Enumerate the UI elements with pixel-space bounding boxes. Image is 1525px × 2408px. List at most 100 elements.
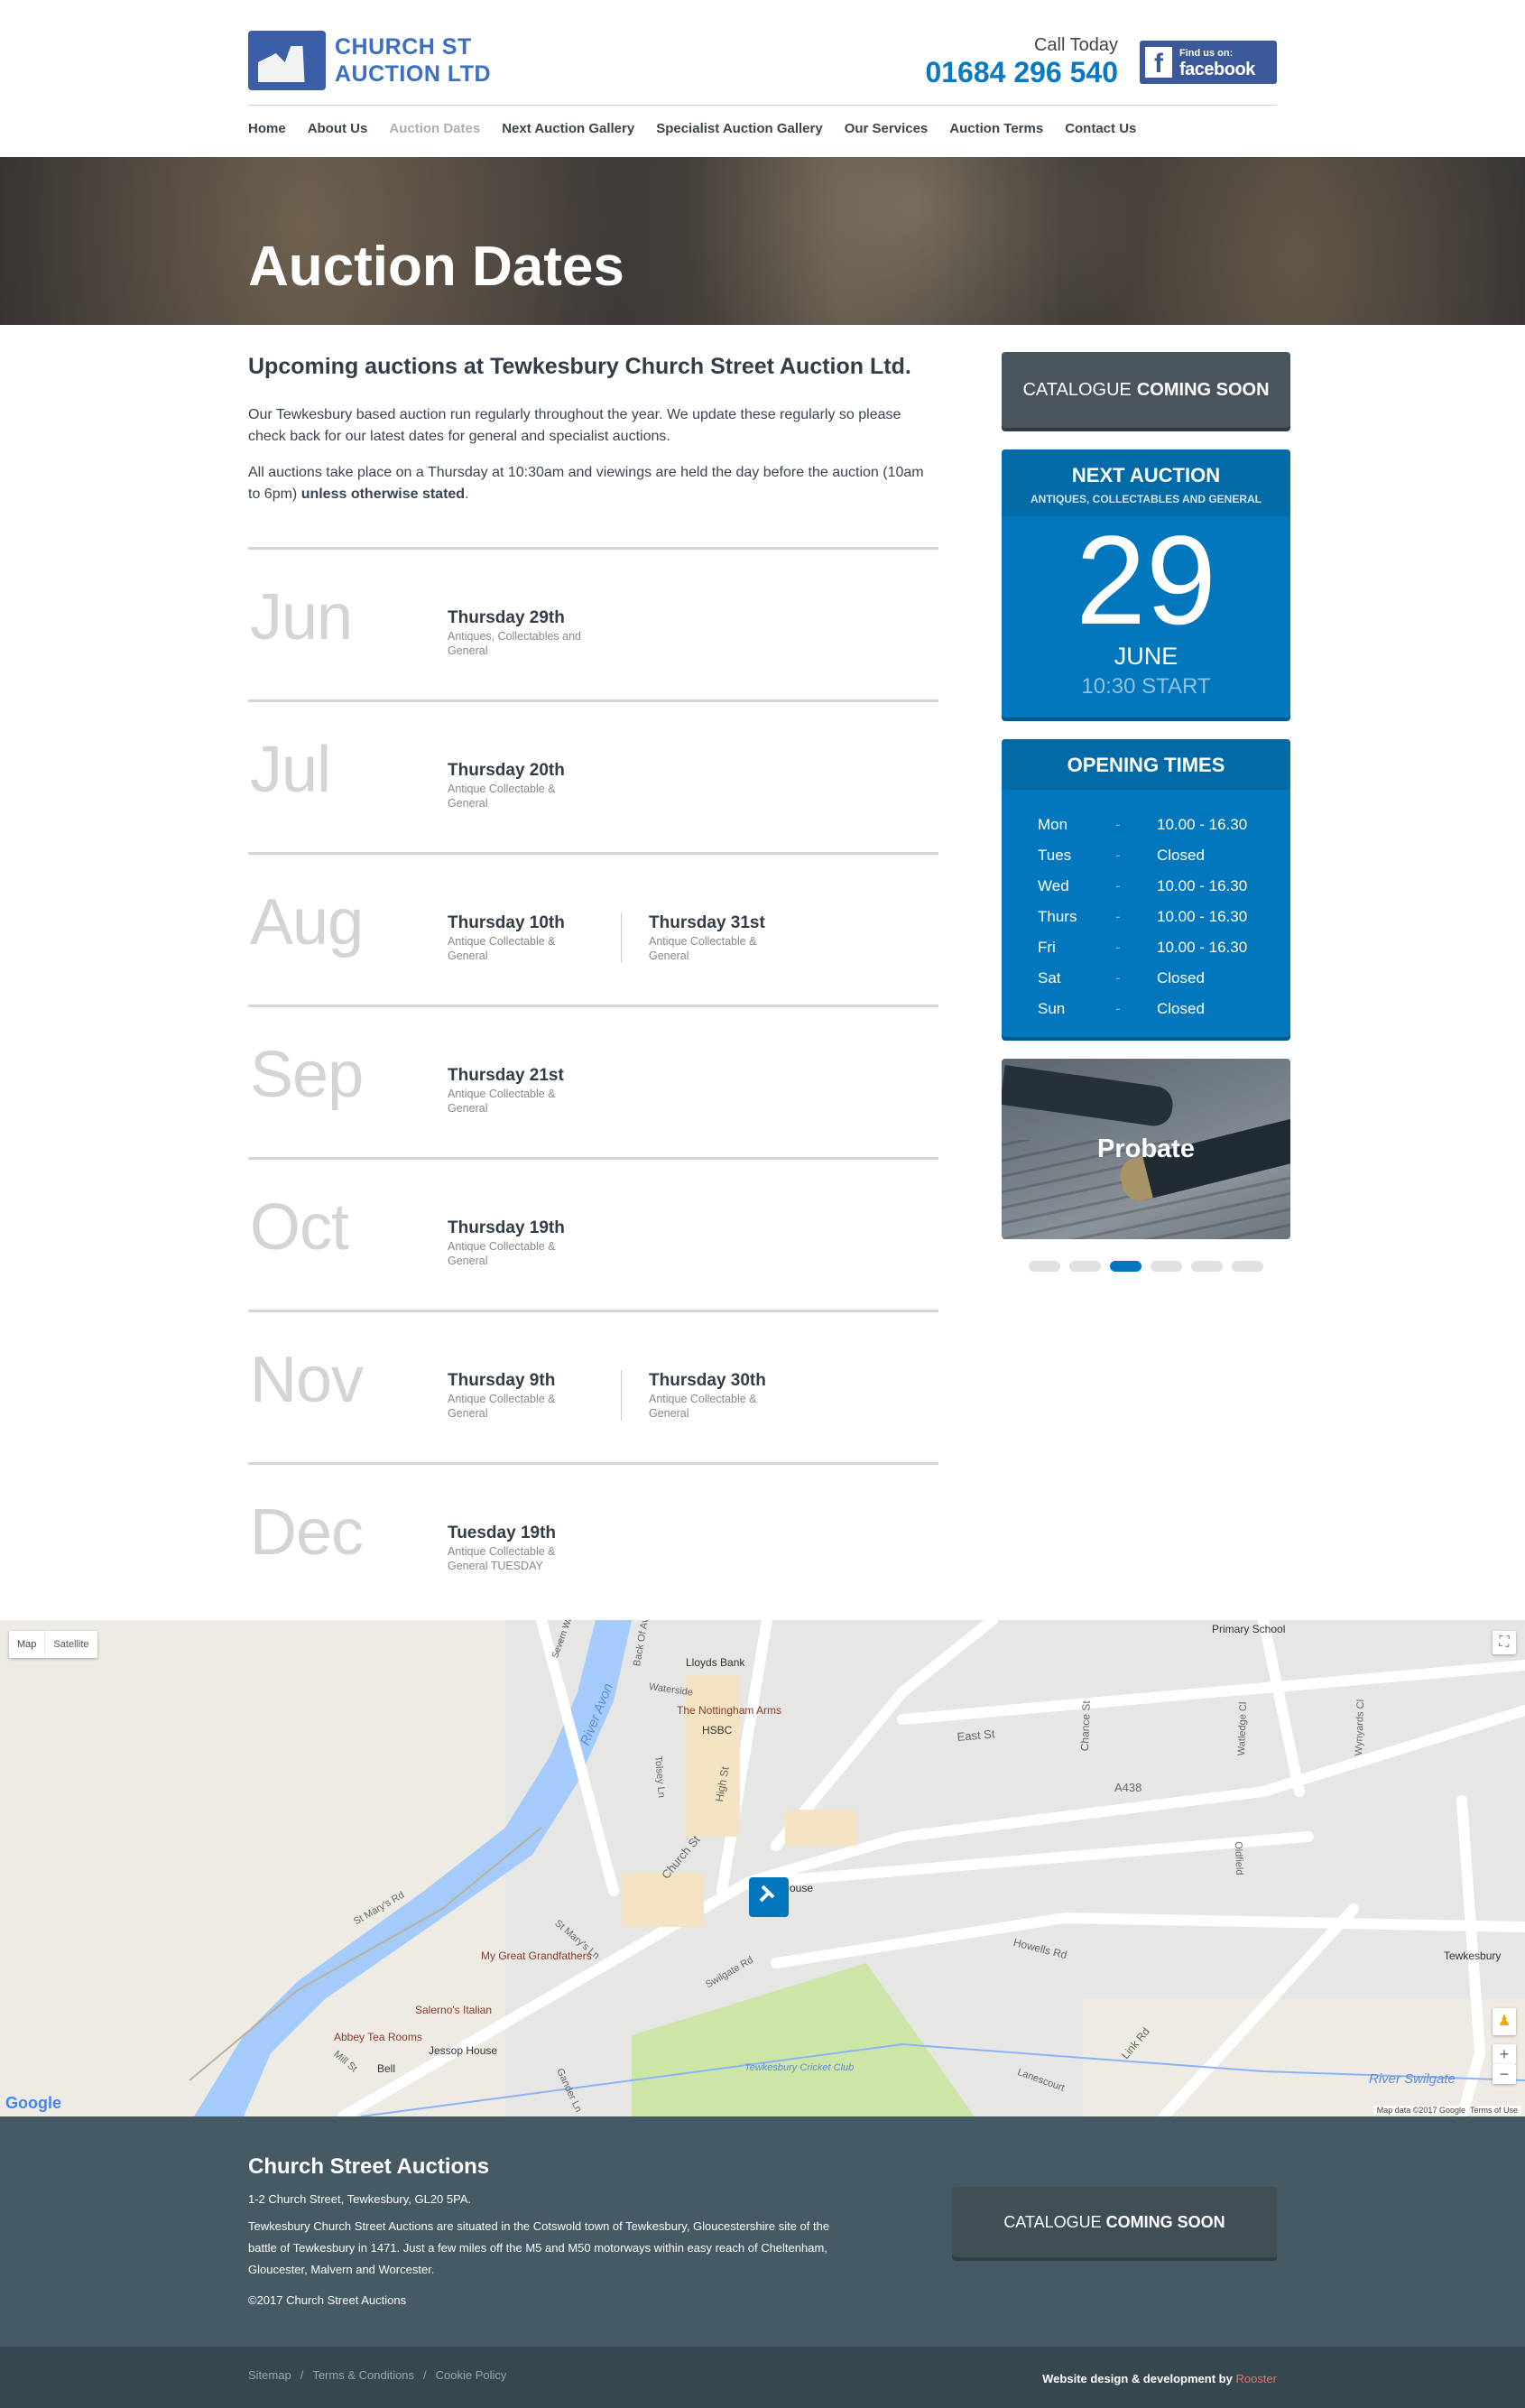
map-label: Watledge Cl bbox=[1236, 1701, 1250, 1756]
call-today: Call Today 01684 296 540 bbox=[925, 34, 1118, 88]
nav-item-our-services[interactable]: Our Services bbox=[845, 121, 929, 136]
next-auction-day: 29 bbox=[1076, 509, 1216, 651]
logo-text: AUCTION LTD bbox=[335, 61, 492, 87]
opening-row: Sun - Closed bbox=[1002, 994, 1290, 1024]
map-label: Oldfield bbox=[1233, 1841, 1245, 1875]
fullscreen-icon[interactable]: ⛶ bbox=[1493, 1631, 1516, 1654]
nav-item-auction-terms[interactable]: Auction Terms bbox=[949, 121, 1043, 136]
auction-day: Thursday 29th bbox=[448, 608, 565, 627]
auction-date[interactable]: Thursday 30th Antique Collectable & Gener… bbox=[621, 1370, 819, 1421]
slider-dot[interactable] bbox=[1110, 1261, 1141, 1272]
map-type-map-button[interactable]: Map bbox=[9, 1631, 44, 1658]
slider-dot[interactable] bbox=[1029, 1261, 1060, 1272]
next-auction-month: JUNE bbox=[1114, 643, 1178, 670]
month-dates: Thursday 29th Antiques, Collectables and … bbox=[448, 607, 605, 658]
month-row: Jun Thursday 29th Antiques, Collectables a… bbox=[248, 547, 938, 699]
auction-day: Thursday 21st bbox=[448, 1066, 564, 1085]
separator: - bbox=[1115, 939, 1121, 956]
footer-title: Church Street Auctions bbox=[248, 2154, 490, 2179]
footer-catalogue-button[interactable]: CATALOGUE COMING SOON bbox=[952, 2187, 1277, 2257]
copyright: ©2017 Church Street Auctions bbox=[248, 2293, 407, 2307]
map-label: Wynyards Cl bbox=[1354, 1699, 1367, 1756]
opening-row: Fri - 10.00 - 16.30 bbox=[1002, 932, 1290, 963]
map-label: ouse bbox=[790, 1882, 814, 1894]
auction-date[interactable]: Tuesday 19th Antique Collectable & Genera… bbox=[448, 1523, 605, 1573]
auction-date[interactable]: Thursday 21st Antique Collectable & Gener… bbox=[448, 1065, 605, 1116]
divider bbox=[248, 105, 1277, 106]
auction-description: Antiques, Collectables and General bbox=[448, 630, 582, 657]
slider-dot[interactable] bbox=[1069, 1261, 1101, 1272]
auction-marker-icon[interactable] bbox=[749, 1877, 789, 1917]
footer-link[interactable]: Sitemap bbox=[248, 2368, 291, 2382]
church-logo-icon bbox=[248, 31, 326, 90]
slider-dot[interactable] bbox=[1151, 1261, 1182, 1272]
call-label: Call Today bbox=[1033, 35, 1118, 55]
map-label: HSBC bbox=[702, 1724, 733, 1737]
sidebar: CATALOGUE COMING SOON NEXT AUCTION ANTIQUE… bbox=[1002, 352, 1290, 1272]
map-label: River Swilgate bbox=[1369, 2071, 1456, 2087]
google-logo: Google bbox=[5, 2094, 61, 2112]
auction-day: Thursday 30th bbox=[649, 1371, 766, 1390]
auction-date[interactable]: Thursday 9th Antique Collectable & Genera… bbox=[448, 1370, 605, 1421]
map-label: Tewkesbury Cricket Club bbox=[744, 2062, 855, 2073]
panel-title: OPENING TIMES bbox=[1067, 754, 1225, 776]
zoom-in-button[interactable]: + bbox=[1493, 2044, 1516, 2064]
slider-dot[interactable] bbox=[1191, 1261, 1223, 1272]
month-dates: Tuesday 19th Antique Collectable & Genera… bbox=[448, 1523, 605, 1573]
month-row: Dec Tuesday 19th Antique Collectable & Gen… bbox=[248, 1462, 938, 1615]
footer-description: Tewkesbury Church Street Auctions are si… bbox=[248, 2219, 830, 2276]
auction-date[interactable]: Thursday 29th Antiques, Collectables and … bbox=[448, 607, 605, 658]
nav-item-contact-us[interactable]: Contact Us bbox=[1065, 121, 1136, 136]
button-label-bold: COMING SOON bbox=[1136, 379, 1270, 400]
panel-subtitle: ANTIQUES, COLLECTABLES AND GENERAL bbox=[1030, 493, 1262, 505]
map-label: A438 bbox=[1114, 1781, 1142, 1794]
map-terms-link[interactable]: Terms of Use bbox=[1470, 2106, 1518, 2115]
nav-item-auction-dates[interactable]: Auction Dates bbox=[389, 121, 480, 136]
opening-day: Mon bbox=[1038, 816, 1068, 833]
auction-date[interactable]: Thursday 20th Antique Collectable & Gener… bbox=[448, 760, 605, 810]
auction-date[interactable]: Thursday 10th Antique Collectable & Gener… bbox=[448, 912, 605, 963]
nav-item-specialist-auction-gallery[interactable]: Specialist Auction Gallery bbox=[656, 121, 823, 136]
hero-banner: Auction Dates bbox=[0, 157, 1525, 325]
opening-hours: 10.00 - 16.30 bbox=[1157, 939, 1248, 956]
map-label: Abbey Tea Rooms bbox=[334, 2031, 422, 2043]
catalogue-button[interactable]: CATALOGUE COMING SOON bbox=[1002, 352, 1290, 428]
nav-item-next-auction-gallery[interactable]: Next Auction Gallery bbox=[502, 121, 634, 136]
opening-day: Fri bbox=[1038, 939, 1056, 956]
map-type-satellite-button[interactable]: Satellite bbox=[44, 1631, 97, 1658]
page-title: Auction Dates bbox=[248, 236, 624, 298]
map-canvas[interactable] bbox=[0, 1620, 1525, 2116]
logo[interactable]: CHURCH ST AUCTION LTD bbox=[248, 31, 491, 90]
separator: / bbox=[300, 2368, 304, 2382]
slider-dot[interactable] bbox=[1232, 1261, 1263, 1272]
street-view-pegman-icon[interactable]: ♟ bbox=[1493, 2008, 1516, 2035]
bottom-bar: Sitemap / Terms & Conditions / Cookie Policy… bbox=[0, 2347, 1525, 2408]
opening-row: Mon - 10.00 - 16.30 bbox=[1002, 810, 1290, 840]
nav-item-about-us[interactable]: About Us bbox=[308, 121, 368, 136]
auction-day: Tuesday 19th bbox=[448, 1524, 557, 1542]
month-dates: Thursday 21st Antique Collectable & Gener… bbox=[448, 1065, 605, 1116]
auction-date[interactable]: Thursday 31st Antique Collectable & Gener… bbox=[621, 912, 819, 963]
opening-day: Wed bbox=[1038, 877, 1069, 894]
map[interactable]: River Avon Severn Way Lloyds Bank Waterside… bbox=[0, 1620, 1525, 2116]
map-label: Lloyds Bank bbox=[686, 1656, 745, 1669]
month-dates: Thursday 9th Antique Collectable & Genera… bbox=[448, 1370, 819, 1421]
month-name: Oct bbox=[250, 1191, 349, 1264]
phone-number[interactable]: 01684 296 540 bbox=[925, 56, 1118, 88]
auction-day: Thursday 31st bbox=[649, 913, 765, 932]
probate-slide[interactable]: Probate bbox=[1002, 1059, 1290, 1239]
nav-item-home[interactable]: Home bbox=[248, 121, 286, 136]
footer-link[interactable]: Cookie Policy bbox=[436, 2368, 507, 2382]
map-label: Primary School bbox=[1212, 1623, 1286, 1635]
separator: - bbox=[1115, 877, 1121, 894]
month-name: Nov bbox=[250, 1344, 364, 1416]
footer-link[interactable]: Terms & Conditions bbox=[312, 2368, 414, 2382]
rooster-link[interactable]: Rooster bbox=[1235, 2372, 1277, 2385]
auction-day: Thursday 20th bbox=[448, 761, 565, 780]
auction-description: Antique Collectable & General bbox=[649, 1393, 757, 1420]
zoom-out-button[interactable]: − bbox=[1493, 2064, 1516, 2084]
facebook-button[interactable]: f Find us on: facebook bbox=[1140, 41, 1277, 84]
auction-date[interactable]: Thursday 19th Antique Collectable & Gener… bbox=[448, 1218, 605, 1268]
facebook-wordmark: facebook bbox=[1179, 59, 1255, 79]
month-name: Aug bbox=[250, 886, 364, 959]
